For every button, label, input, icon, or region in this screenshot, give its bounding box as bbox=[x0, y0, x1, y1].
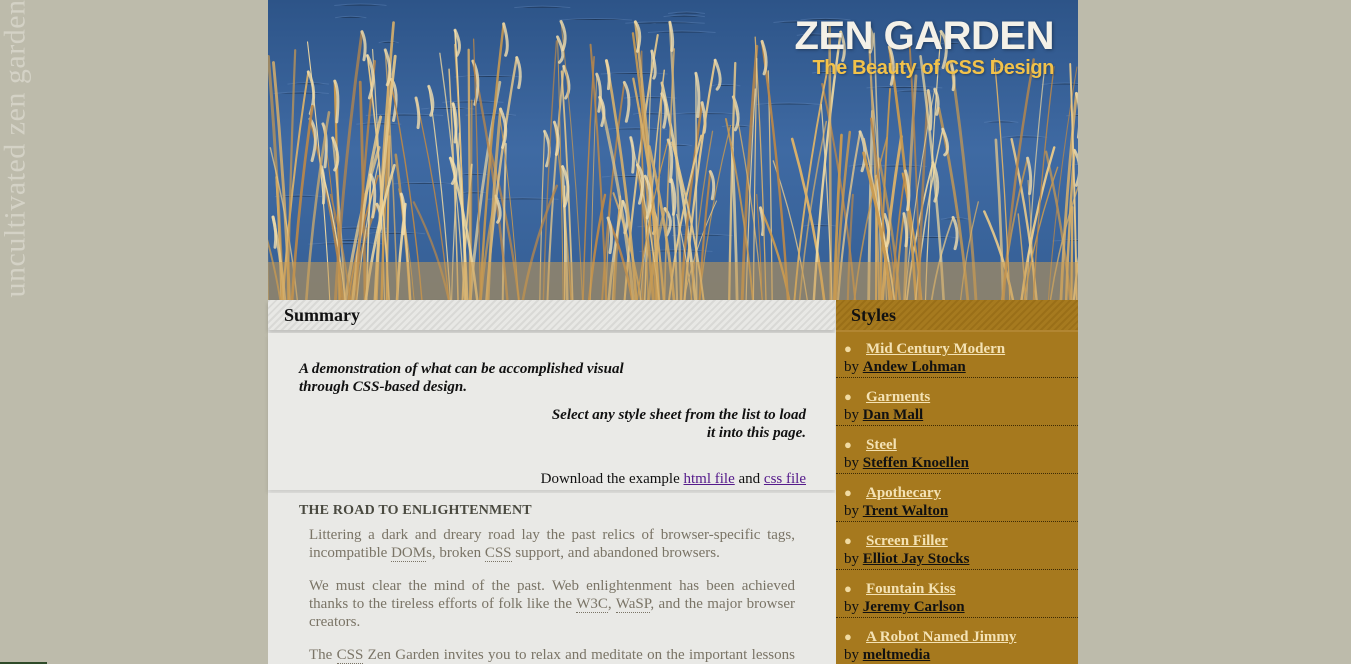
html-file-link[interactable]: html file bbox=[684, 471, 735, 487]
by-label: by bbox=[844, 455, 863, 471]
p3-text-a: The bbox=[309, 647, 337, 663]
road-paragraph-2: We must clear the mind of the past. Web … bbox=[309, 577, 795, 631]
style-byline: by Elliot Jay Stocks bbox=[844, 550, 969, 568]
dom-abbr: DOM bbox=[391, 545, 427, 562]
p2-text-b: , bbox=[607, 596, 616, 612]
download-prefix: Download the example bbox=[540, 471, 684, 487]
style-item: ● Garments by Dan Mall bbox=[836, 388, 1078, 426]
style-item: ● Mid Century Modern by Andew Lohman bbox=[836, 340, 1078, 378]
road-heading: THE ROAD TO ENLIGHTENMENT bbox=[299, 503, 532, 518]
style-byline: by Trent Walton bbox=[844, 502, 948, 520]
road-paragraph-3: The CSS Zen Garden invites you to relax … bbox=[309, 646, 795, 664]
css-abbr-2: CSS bbox=[336, 647, 364, 664]
p1-text-b: s, broken bbox=[426, 545, 485, 561]
header-banner: ZEN GARDEN The Beauty of CSS Design bbox=[268, 0, 1078, 300]
css-file-link[interactable]: css file bbox=[764, 471, 806, 487]
styles-sidebar: Styles ● Mid Century Modern by Andew Lohma… bbox=[836, 300, 1078, 664]
download-line: Download the example html file and css f… bbox=[541, 471, 806, 488]
bullet-icon: ● bbox=[844, 341, 852, 356]
designer-link[interactable]: Andew Lohman bbox=[863, 359, 966, 375]
road-section: THE ROAD TO ENLIGHTENMENT Littering a da… bbox=[268, 493, 835, 664]
summary-box: A demonstration of what can be accomplis… bbox=[268, 333, 835, 490]
designer-link[interactable]: Dan Mall bbox=[863, 407, 923, 423]
ripple bbox=[378, 40, 399, 44]
designer-link[interactable]: Jeremy Carlson bbox=[863, 599, 965, 615]
designer-link[interactable]: Elliot Jay Stocks bbox=[863, 551, 970, 567]
bullet-icon: ● bbox=[844, 533, 852, 548]
style-link[interactable]: Steel bbox=[866, 436, 897, 454]
site-title: ZEN GARDEN bbox=[794, 14, 1055, 58]
bullet-icon: ● bbox=[844, 485, 852, 500]
style-link[interactable]: Apothecary bbox=[866, 484, 941, 502]
bullet-icon: ● bbox=[844, 629, 852, 644]
by-label: by bbox=[844, 359, 863, 375]
designer-link[interactable]: meltmedia bbox=[863, 647, 930, 663]
designer-link[interactable]: Trent Walton bbox=[863, 503, 948, 519]
bullet-icon: ● bbox=[844, 581, 852, 596]
style-item: ● Fountain Kiss by Jeremy Carlson bbox=[836, 580, 1078, 618]
summary-header: Summary bbox=[268, 300, 835, 330]
wasp-abbr: WaSP bbox=[615, 596, 651, 613]
styles-header: Styles bbox=[836, 300, 1078, 332]
style-link[interactable]: Mid Century Modern bbox=[866, 340, 1005, 358]
styles-heading: Styles bbox=[851, 305, 896, 325]
style-byline: by meltmedia bbox=[844, 646, 930, 664]
summary-heading: Summary bbox=[284, 305, 360, 325]
style-link[interactable]: A Robot Named Jimmy bbox=[866, 628, 1016, 646]
road-paragraph-1: Littering a dark and dreary road lay the… bbox=[309, 526, 795, 562]
site-subtitle: The Beauty of CSS Design bbox=[812, 57, 1054, 79]
styles-list: ● Mid Century Modern by Andew Lohman ● Garm… bbox=[836, 332, 1078, 664]
by-label: by bbox=[844, 647, 863, 663]
side-vertical-text: uncultivated zen garden bbox=[0, 0, 32, 298]
style-link[interactable]: Screen Filler bbox=[866, 532, 948, 550]
summary-instructions: Select any style sheet from the list to … bbox=[551, 407, 806, 441]
and-text: and bbox=[734, 471, 764, 487]
style-item: ● Apothecary by Trent Walton bbox=[836, 484, 1078, 522]
style-item: ● Steel by Steffen Knoellen bbox=[836, 436, 1078, 474]
style-item: ● A Robot Named Jimmy by meltmedia bbox=[836, 628, 1078, 664]
css-abbr: CSS bbox=[484, 545, 512, 562]
by-label: by bbox=[844, 599, 863, 615]
w3c-abbr: W3C bbox=[576, 596, 608, 613]
p1-text-c: support, and abandoned browsers. bbox=[511, 545, 720, 561]
style-byline: by Dan Mall bbox=[844, 406, 923, 424]
style-item: ● Screen Filler by Elliot Jay Stocks bbox=[836, 532, 1078, 570]
page-container: ZEN GARDEN The Beauty of CSS Design Summ… bbox=[268, 0, 1078, 664]
bullet-icon: ● bbox=[844, 437, 852, 452]
p3-text-b: Zen Garden invites you to relax and medi… bbox=[367, 647, 795, 663]
by-label: by bbox=[844, 503, 863, 519]
by-label: by bbox=[844, 407, 863, 423]
summary-intro: A demonstration of what can be accomplis… bbox=[299, 361, 624, 395]
style-byline: by Steffen Knoellen bbox=[844, 454, 969, 472]
style-link[interactable]: Fountain Kiss bbox=[866, 580, 956, 598]
designer-link[interactable]: Steffen Knoellen bbox=[863, 455, 969, 471]
style-byline: by Jeremy Carlson bbox=[844, 598, 965, 616]
style-byline: by Andew Lohman bbox=[844, 358, 966, 376]
style-link[interactable]: Garments bbox=[866, 388, 930, 406]
bullet-icon: ● bbox=[844, 389, 852, 404]
by-label: by bbox=[844, 551, 863, 567]
